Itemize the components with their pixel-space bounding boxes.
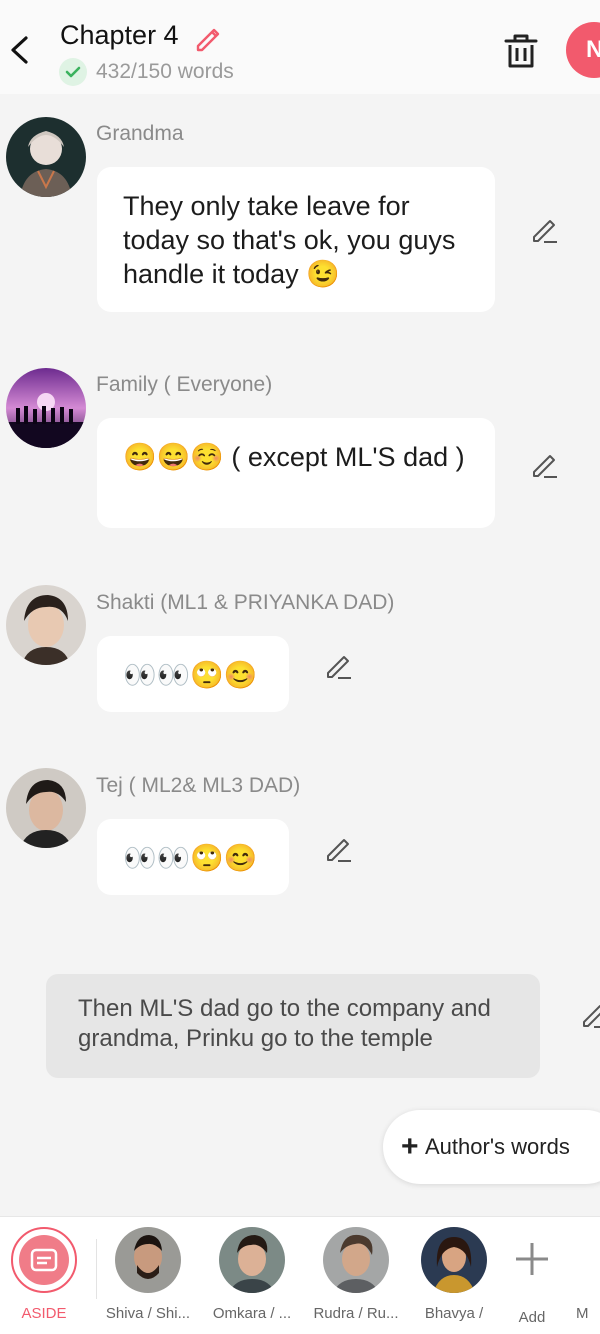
pencil-icon[interactable] [530, 215, 560, 245]
speaker-name: Shakti (ML1 & PRIYANKA DAD) [96, 591, 395, 614]
avatar[interactable] [6, 117, 86, 197]
plus-icon [516, 1243, 548, 1275]
avatar [219, 1227, 285, 1293]
dialogue-bubble[interactable]: They only take leave for today so that's… [97, 167, 495, 312]
next-button[interactable]: N [566, 22, 600, 78]
dialogue-bubble[interactable]: 👀👀🙄😊 [97, 636, 289, 712]
avatar[interactable] [6, 768, 86, 848]
speaker-name: Tej ( ML2& ML3 DAD) [96, 774, 301, 797]
character-bar: ASIDE Shiva / Shi... Omkara / ... Rudra … [0, 1216, 600, 1334]
trash-icon[interactable] [502, 32, 540, 70]
divider [96, 1239, 97, 1299]
dialogue-bubble[interactable]: 👀👀🙄😊 [97, 819, 289, 895]
add-label: Add [518, 1309, 546, 1326]
avatar[interactable] [6, 585, 86, 665]
pencil-icon[interactable] [192, 22, 224, 54]
plus-icon: + [401, 1130, 419, 1163]
top-bar: Chapter 4 432/150 words N [0, 0, 600, 94]
more-button[interactable]: M [576, 1227, 600, 1322]
character-item[interactable]: Shiva / Shi... [98, 1227, 198, 1322]
avatar [421, 1227, 487, 1293]
word-count: 432/150 words [96, 60, 234, 83]
pencil-icon[interactable] [324, 651, 354, 681]
authors-words-label: Author's words [425, 1134, 570, 1159]
pencil-icon[interactable] [580, 1000, 600, 1030]
avatar[interactable] [6, 368, 86, 448]
character-item[interactable]: Rudra / Ru... [306, 1227, 406, 1322]
avatar [323, 1227, 389, 1293]
pencil-icon[interactable] [530, 450, 560, 480]
character-name: Omkara / ... [212, 1305, 292, 1322]
character-name: Rudra / Ru... [313, 1305, 399, 1322]
check-icon [59, 58, 87, 86]
authors-words-button[interactable]: + Author's words [383, 1110, 600, 1184]
character-item[interactable]: Omkara / ... [202, 1227, 302, 1322]
pencil-icon[interactable] [324, 834, 354, 864]
speaker-name: Grandma [96, 122, 184, 145]
aside-bubble[interactable]: Then ML'S dad go to the company and gran… [46, 974, 540, 1078]
avatar [115, 1227, 181, 1293]
character-name: Shiva / Shi... [105, 1305, 191, 1322]
aside-icon [11, 1227, 77, 1293]
more-label: M [576, 1305, 589, 1322]
chapter-title[interactable]: Chapter 4 [60, 20, 179, 51]
speaker-name: Family ( Everyone) [96, 373, 273, 396]
aside-selector[interactable]: ASIDE [0, 1227, 94, 1322]
add-character-button[interactable]: Add [482, 1227, 582, 1326]
aside-label: ASIDE [21, 1305, 67, 1322]
dialogue-bubble[interactable]: 😄😄☺️ ( except ML'S dad ) [97, 418, 495, 528]
back-arrow-icon[interactable] [8, 30, 32, 70]
